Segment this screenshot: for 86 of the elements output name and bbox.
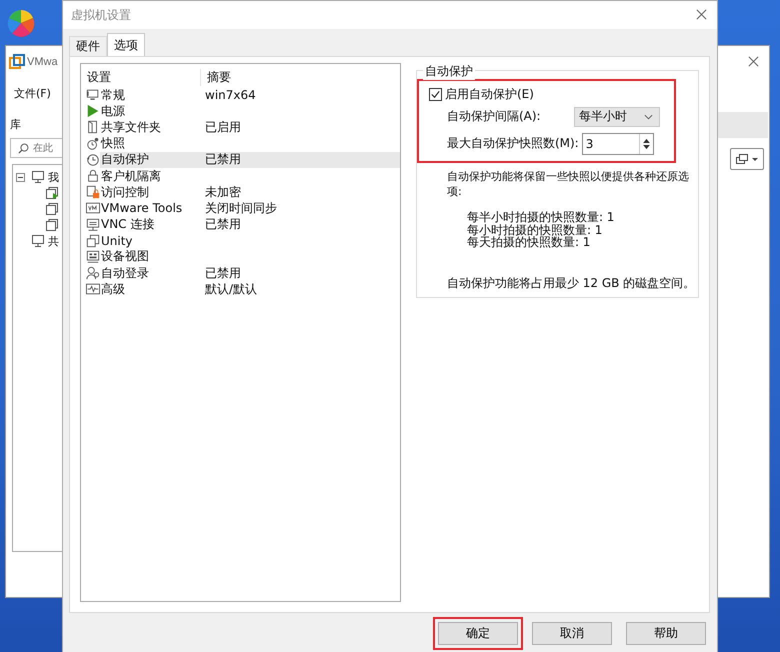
tree-item[interactable]: 我 — [48, 170, 59, 184]
caret-icon — [644, 114, 653, 120]
settings-row[interactable]: 常规 win7x64 — [86, 87, 400, 104]
pinwheel-icon[interactable] — [6, 8, 36, 38]
autologin-setting-icon — [86, 266, 100, 280]
settings-row[interactable]: VMware Tools 关闭时间同步 — [86, 200, 400, 216]
close-icon[interactable] — [748, 56, 759, 67]
dialog-button[interactable]: 取消 — [532, 622, 612, 645]
app-logo-icon — [9, 54, 25, 70]
snapshot-count-text: 每天拍摄的快照数量: 1 — [466, 236, 592, 248]
vnc-setting-icon — [86, 218, 100, 232]
setting-summary: 未加密 — [205, 184, 241, 201]
settings-row[interactable]: 电源 — [86, 103, 400, 120]
setting-name: Unity — [101, 234, 134, 248]
virtual-machine-icon[interactable] — [45, 186, 59, 200]
virtual-machine-icon[interactable] — [45, 202, 59, 216]
library-label: 库 — [10, 117, 21, 133]
setting-summary: 已启用 — [205, 118, 241, 136]
snapshot-count-text: 每半小时拍摄的快照数量: 1 — [466, 211, 616, 224]
setting-name: 自动登录 — [101, 264, 150, 282]
collapse-icon[interactable] — [16, 172, 25, 182]
snapshot-count-text: 每小时拍摄的快照数量: 1 — [466, 224, 604, 236]
settings-row[interactable]: 自动保护 已禁用 — [86, 152, 400, 168]
setting-name: 共享文件夹 — [101, 118, 162, 136]
setting-name: VNC 连接 — [101, 216, 156, 234]
disk-space-note: 自动保护功能将占用最少 12 GB 的磁盘空间。 — [446, 274, 696, 292]
tools-setting-icon — [86, 201, 100, 216]
settings-row[interactable]: 客户机隔离 — [86, 168, 400, 184]
tree-item[interactable]: 共 — [48, 234, 59, 248]
group-title: 自动保护 — [422, 63, 475, 80]
settings-row[interactable]: 共享文件夹 已启用 — [86, 119, 400, 136]
close-icon[interactable] — [696, 9, 707, 20]
devices-setting-icon — [86, 250, 100, 264]
tab[interactable]: 硬件 — [69, 36, 107, 56]
computer-icon — [31, 234, 45, 248]
setting-name: 客户机隔离 — [101, 168, 162, 185]
setting-name: 快照 — [101, 135, 126, 152]
access-setting-icon — [86, 185, 100, 200]
view-button[interactable] — [730, 148, 764, 170]
setting-summary: 已禁用 — [205, 216, 241, 234]
virtual-machine-icon[interactable] — [45, 218, 59, 232]
setting-name: VMware Tools — [101, 201, 184, 216]
field-label: 最大自动保护快照数(M): — [446, 135, 579, 152]
setting-name: 常规 — [101, 86, 126, 104]
computer-icon — [31, 170, 45, 184]
snapshot-setting-icon — [86, 136, 100, 151]
view-icon — [735, 153, 759, 165]
shared-setting-icon — [86, 120, 100, 134]
setting-name: 电源 — [101, 102, 126, 120]
settings-row[interactable]: Unity — [86, 232, 400, 249]
settings-row[interactable]: 自动登录 已禁用 — [86, 265, 400, 282]
setting-summary: 默认/默认 — [205, 280, 258, 298]
column-header[interactable]: 摘要 — [201, 68, 231, 86]
column-header[interactable]: 设置 — [86, 68, 201, 86]
tab[interactable]: 选项 — [107, 33, 145, 56]
settings-row[interactable]: 设备视图 — [86, 248, 400, 266]
isolation-setting-icon — [86, 169, 100, 184]
dialog-button[interactable]: 帮助 — [626, 622, 706, 645]
settings-row[interactable]: VNC 连接 已禁用 — [86, 216, 400, 233]
setting-name: 设备视图 — [101, 248, 150, 266]
snapshot-count-spinner[interactable]: 3 — [582, 132, 654, 154]
setting-summary: 关闭时间同步 — [205, 200, 277, 217]
power-setting-icon — [86, 104, 100, 118]
unity-setting-icon — [86, 234, 100, 248]
settings-row[interactable]: 高级 默认/默认 — [86, 281, 400, 298]
advanced-setting-icon — [86, 282, 100, 296]
window-title: VMwa — [27, 56, 58, 68]
description-text: 自动保护功能将保留一些快照以便提供各种还原选项: — [446, 169, 690, 199]
checkbox-label[interactable]: 启用自动保护(E) — [444, 86, 534, 102]
setting-name: 访问控制 — [101, 184, 150, 201]
settings-row[interactable]: 访问控制 未加密 — [86, 184, 400, 200]
dialog-title: 虚拟机设置 — [71, 6, 131, 24]
checkbox[interactable] — [428, 88, 442, 100]
field-label: 自动保护间隔(A): — [446, 108, 542, 125]
setting-summary: 已禁用 — [205, 151, 241, 168]
dialog-button[interactable]: 确定 — [438, 622, 518, 645]
interval-dropdown[interactable]: 每半小时 — [574, 106, 660, 126]
setting-name: 高级 — [101, 280, 126, 298]
setting-summary: win7x64 — [205, 88, 256, 102]
settings-row[interactable]: 快照 — [86, 136, 400, 152]
autoprotect-setting-icon — [86, 152, 100, 167]
search-icon — [18, 143, 29, 154]
general-setting-icon — [86, 88, 100, 102]
menu-item[interactable]: 文件(F) — [14, 86, 51, 100]
setting-summary: 已禁用 — [205, 264, 241, 282]
setting-name: 自动保护 — [101, 151, 150, 168]
